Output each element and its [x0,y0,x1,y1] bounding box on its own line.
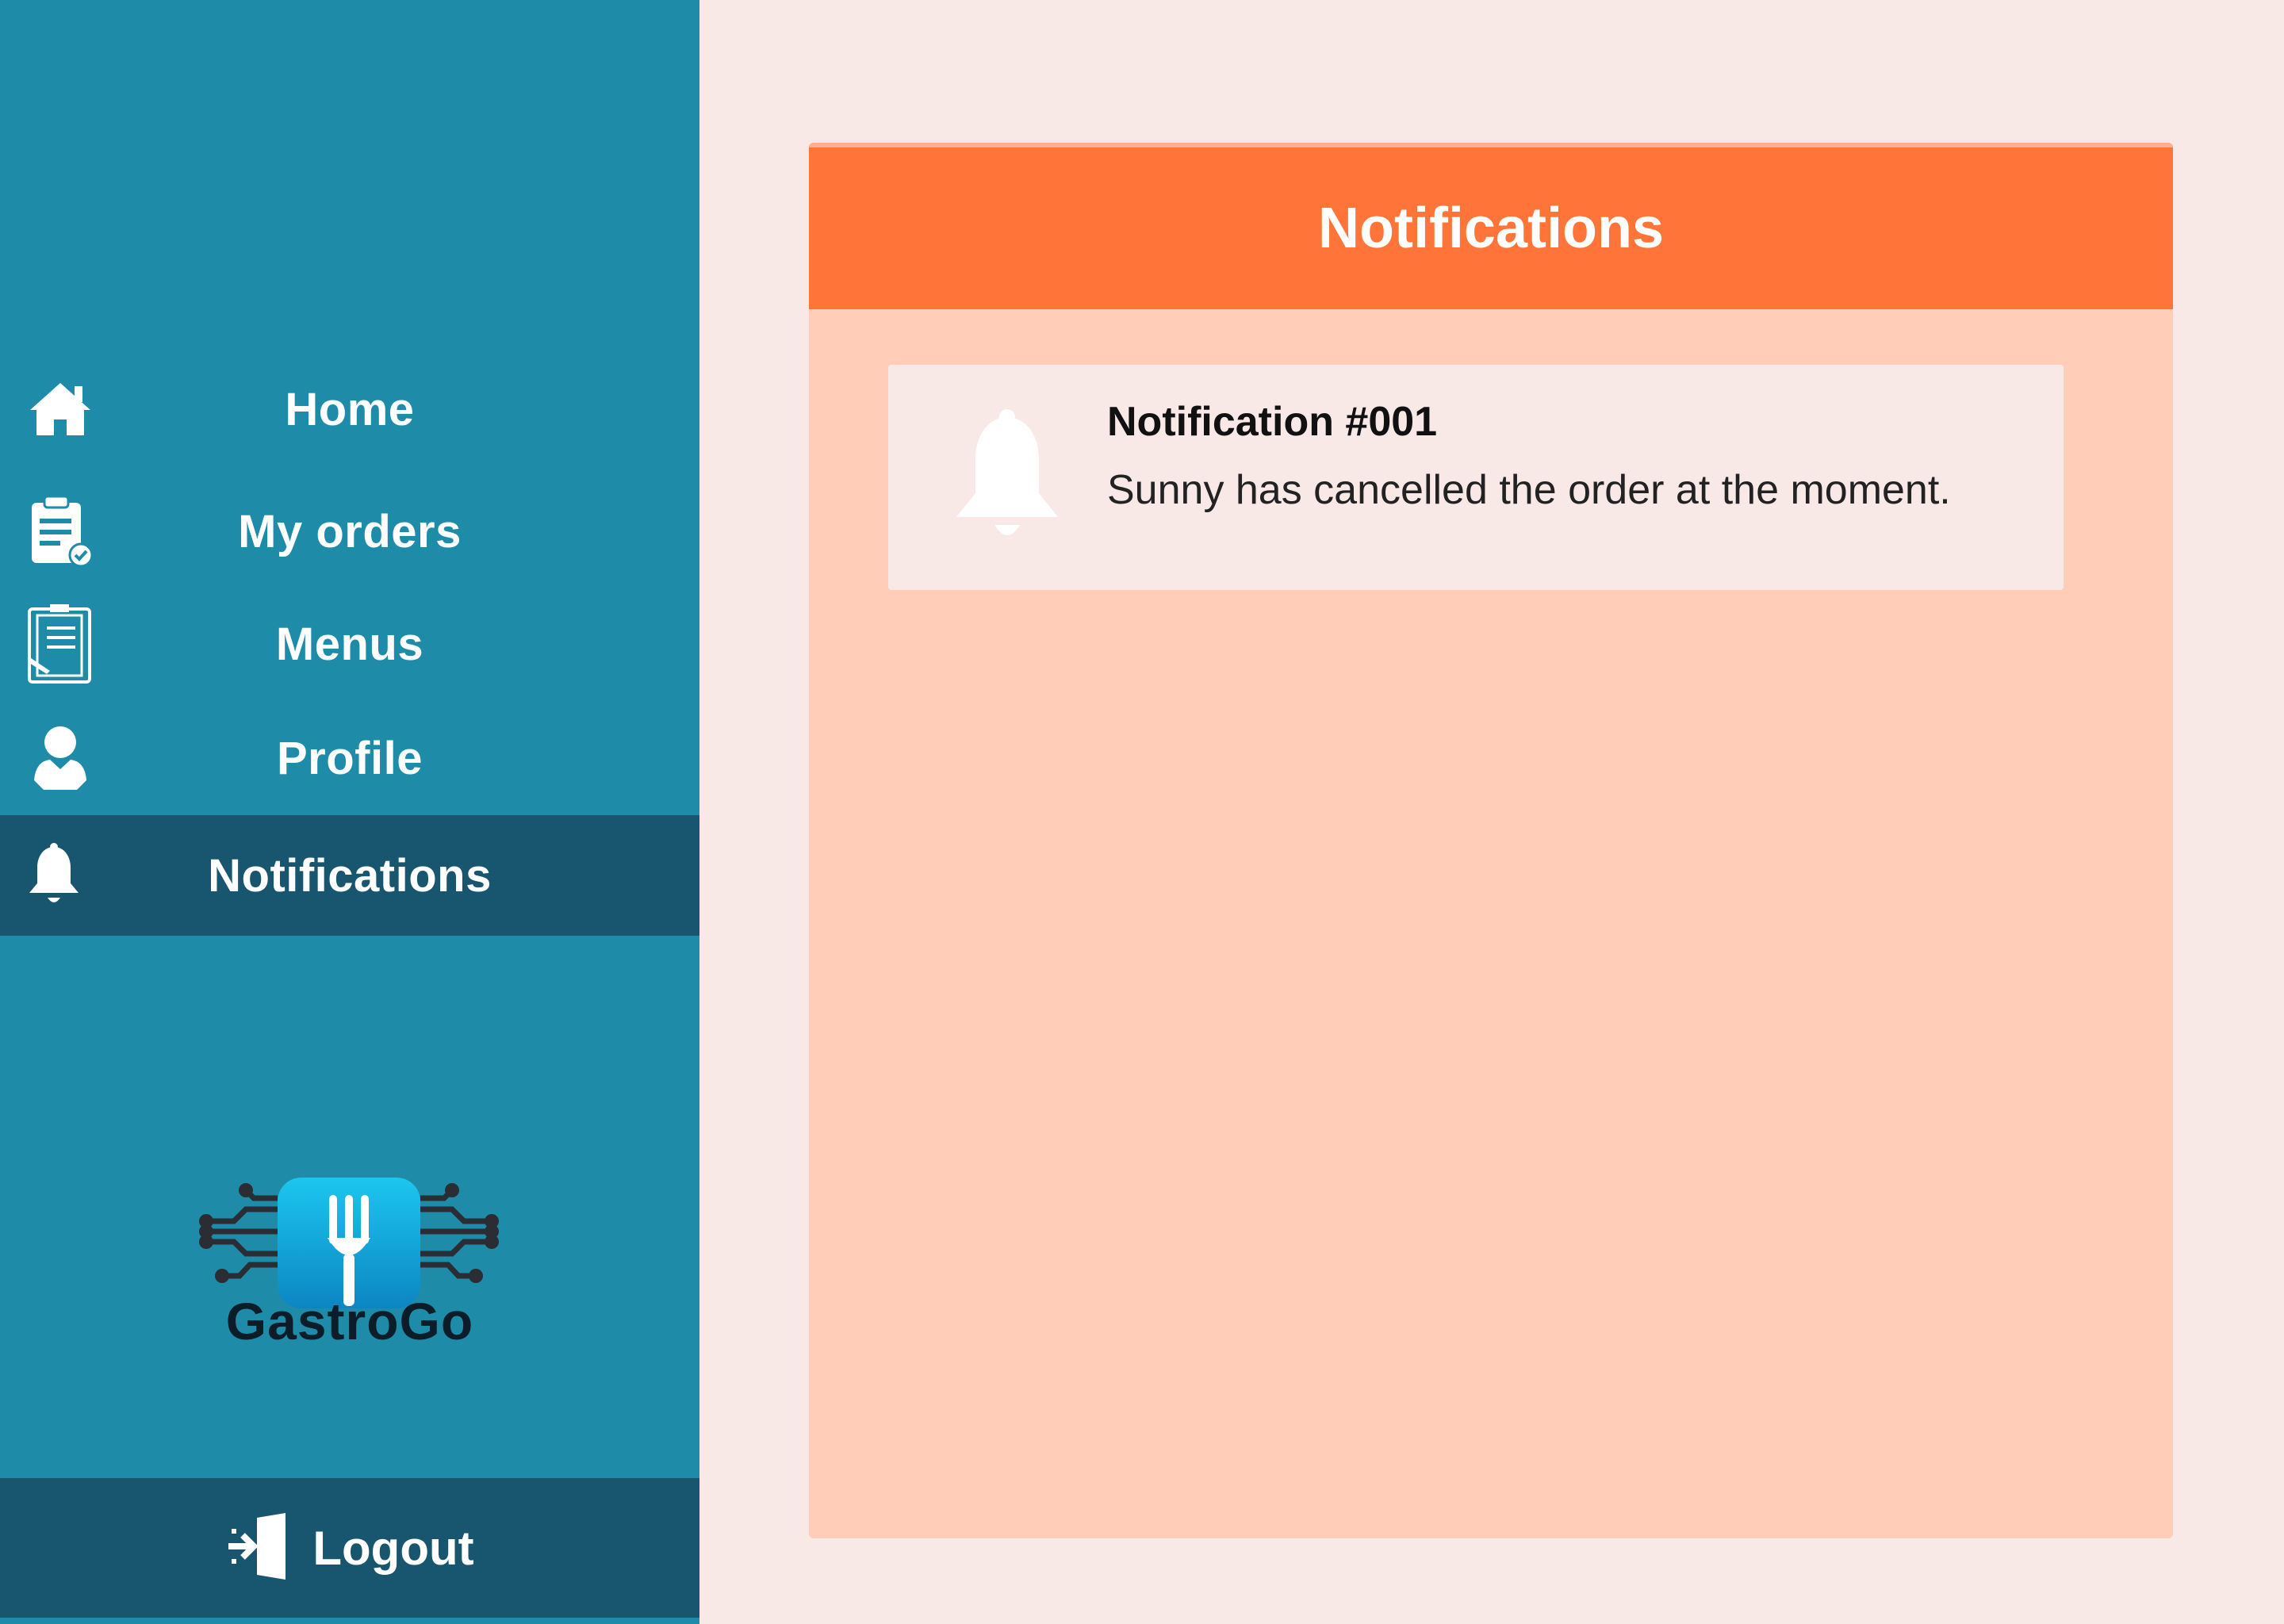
bell-icon [952,406,1063,549]
sidebar-item-home[interactable]: Home [0,354,699,465]
logout-label: Logout [312,1521,474,1575]
sidebar-item-label: Profile [277,732,423,784]
sidebar-item-menus[interactable]: Menus [0,588,699,699]
sidebar-item-profile[interactable]: Profile [0,703,699,814]
page-title: Notifications [1317,197,1664,260]
sidebar: Home My orders Menus Profile Notificatio… [0,0,699,1624]
sidebar-item-label: Home [285,383,415,435]
notification-card[interactable]: Notification #001 Sunny has cancelled th… [888,365,2064,590]
panel-header: Notifications [809,143,2173,309]
logout-icon [225,1512,293,1584]
notification-title: Notification #001 [1107,399,1438,445]
notifications-panel: Notifications Notification #001 Sunny ha… [809,143,2173,1538]
sidebar-item-label: Notifications [208,849,492,902]
sidebar-item-label: Menus [275,618,424,670]
brand-name: GastroGo [225,1292,474,1350]
sidebar-item-notifications[interactable]: Notifications [0,815,699,936]
notification-message: Sunny has cancelled the order at the mom… [1107,467,1951,513]
sidebar-item-my-orders[interactable]: My orders [0,476,699,587]
sidebar-item-label: My orders [238,505,462,557]
logout-button[interactable]: Logout [0,1478,699,1618]
